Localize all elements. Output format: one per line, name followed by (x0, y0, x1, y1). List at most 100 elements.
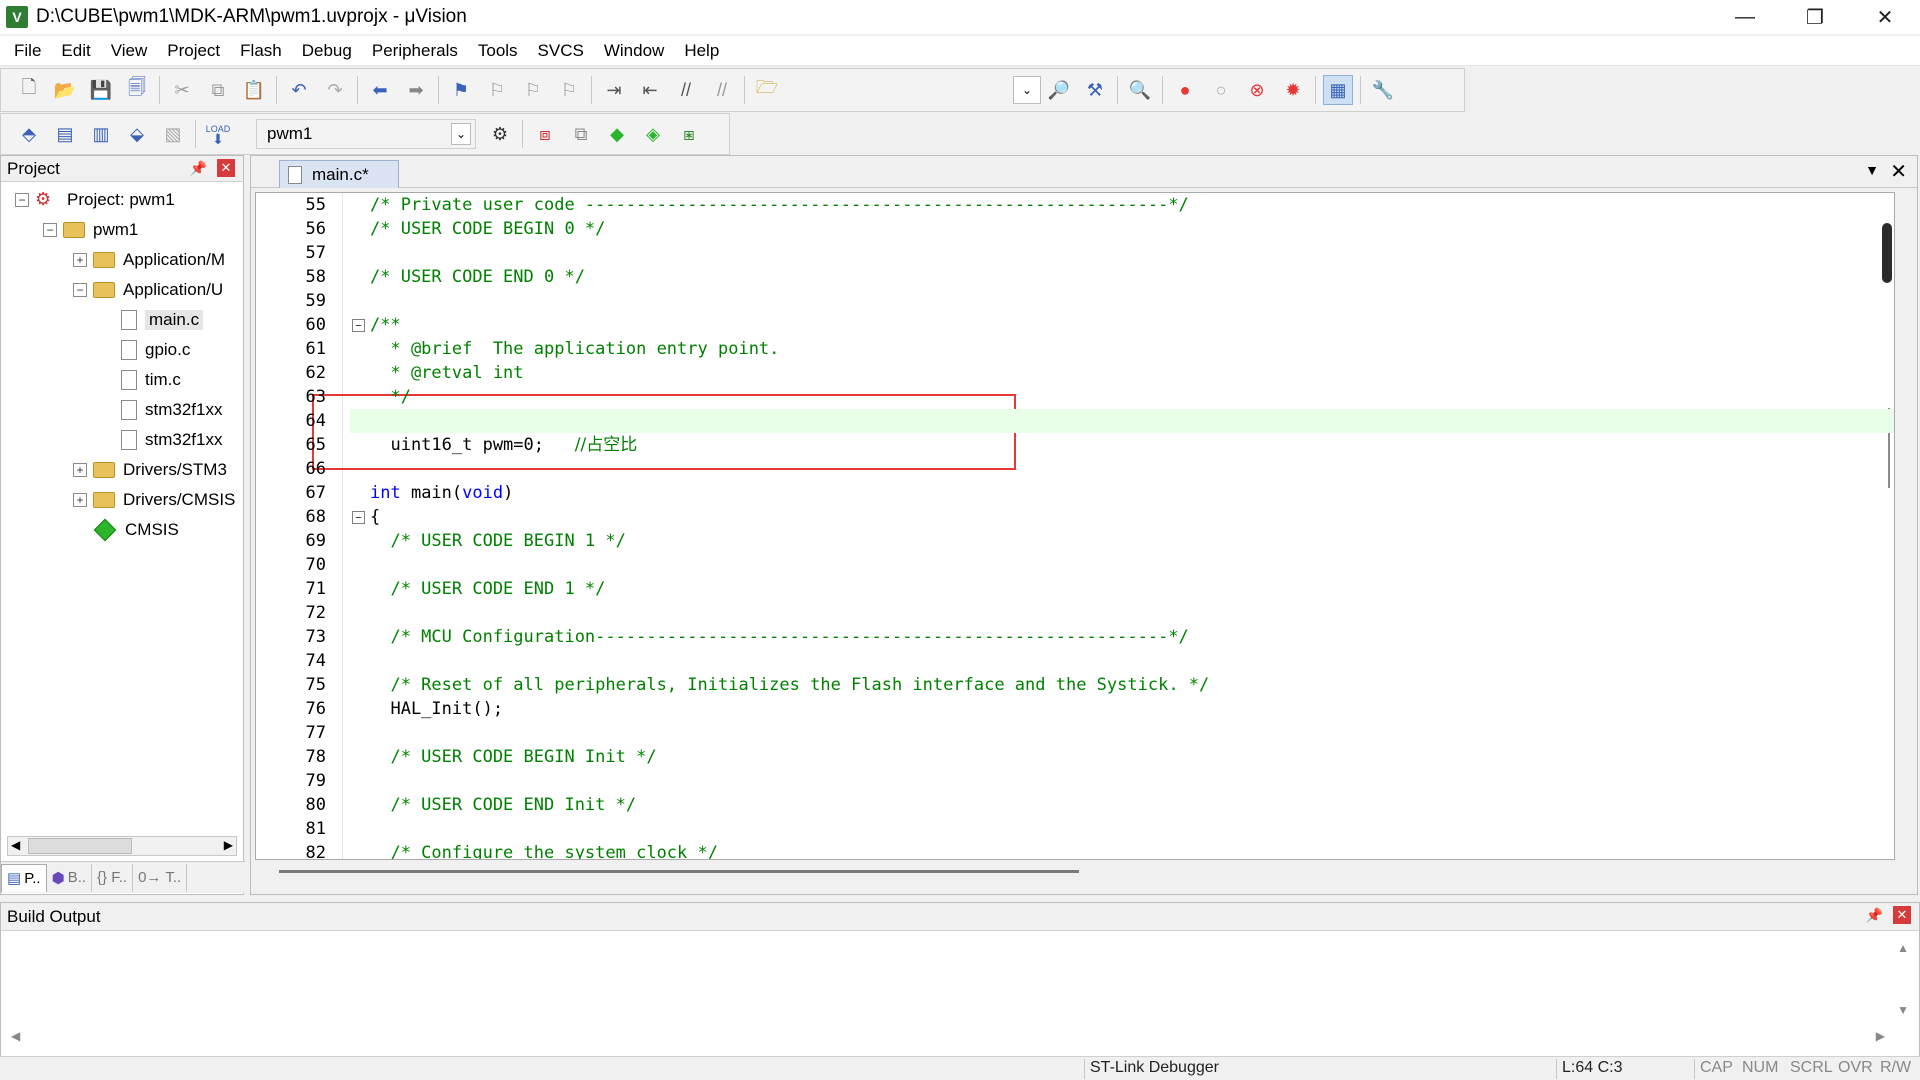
scroll-down-icon[interactable]: ▼ (1897, 1003, 1909, 1017)
scroll-right-icon[interactable]: ▶ (224, 838, 233, 852)
pin-icon[interactable]: 📌 (1866, 907, 1883, 924)
close-icon[interactable]: ✕ (217, 159, 235, 177)
code-editor[interactable]: 55 /* Private user code -----------------… (255, 192, 1895, 860)
batch-build-icon[interactable]: ⬙ (122, 119, 152, 149)
copy-icon[interactable]: ⧉ (203, 75, 233, 105)
run-time-environment-icon[interactable]: ⧆ (674, 119, 704, 149)
project-horizontal-scrollbar[interactable]: ◀ ▶ (7, 836, 237, 856)
code-line[interactable]: 74 (256, 649, 1894, 673)
tree-item[interactable]: + Drivers/CMSIS (73, 486, 235, 514)
restore-button[interactable]: ❐ (1780, 0, 1850, 34)
fold-toggle-icon[interactable]: − (352, 319, 365, 332)
unindent-icon[interactable]: ⇤ (635, 75, 665, 105)
window-layout-icon[interactable]: ▦ (1323, 75, 1353, 105)
collapse-icon[interactable]: − (15, 193, 29, 207)
code-line[interactable]: 63 */ (256, 385, 1894, 409)
disable-breakpoint-icon[interactable]: ○ (1206, 75, 1236, 105)
minimize-button[interactable]: — (1710, 0, 1780, 34)
expand-icon[interactable]: + (73, 493, 87, 507)
tree-item[interactable]: stm32f1xx (101, 426, 222, 454)
code-line[interactable]: 67 int main(void) (256, 481, 1894, 505)
code-line[interactable]: 73 /* MCU Configuration-----------------… (256, 625, 1894, 649)
tree-item[interactable]: CMSIS (73, 516, 179, 544)
menu-svcs[interactable]: SVCS (528, 41, 594, 61)
bookmark-icon[interactable]: ⚑ (446, 75, 476, 105)
kill-breakpoints-icon[interactable]: ✹ (1278, 75, 1308, 105)
translate-icon[interactable]: ⬘ (14, 119, 44, 149)
tab-list-dropdown-icon[interactable]: ▼ (1865, 162, 1879, 178)
menu-project[interactable]: Project (157, 41, 230, 61)
code-line[interactable]: 81 (256, 817, 1894, 841)
navigate-forward-icon[interactable]: ➡ (401, 75, 431, 105)
navigate-back-icon[interactable]: ⬅ (365, 75, 395, 105)
paste-icon[interactable]: 📋 (239, 75, 269, 105)
file-extensions-icon[interactable]: ⧉ (566, 119, 596, 149)
next-bookmark-icon[interactable]: ⚐ (518, 75, 548, 105)
code-line[interactable]: 80 /* USER CODE END Init */ (256, 793, 1894, 817)
menu-debug[interactable]: Debug (292, 41, 362, 61)
close-button[interactable]: ✕ (1850, 0, 1920, 34)
close-icon[interactable]: ✕ (1893, 906, 1911, 924)
manage-components-icon[interactable]: ⧈ (530, 119, 560, 149)
code-line[interactable]: 78 /* USER CODE BEGIN Init */ (256, 745, 1894, 769)
tab-main-c[interactable]: main.c* (279, 160, 399, 188)
undo-icon[interactable]: ↶ (284, 75, 314, 105)
code-line[interactable]: 70 (256, 553, 1894, 577)
download-load-icon[interactable]: LOAD ⬇ (203, 119, 233, 149)
code-line[interactable]: 61 * @brief The application entry point. (256, 337, 1894, 361)
debug-session-icon[interactable]: 🔍 (1125, 75, 1155, 105)
scroll-left-icon[interactable]: ◀ (11, 1029, 20, 1043)
stop-build-icon[interactable]: ▧ (158, 119, 188, 149)
menu-file[interactable]: File (4, 41, 51, 61)
code-line[interactable]: 75 /* Reset of all peripherals, Initiali… (256, 673, 1894, 697)
code-line[interactable]: 65 uint16_t pwm=0; //占空比 (256, 433, 1894, 457)
configure-icon[interactable]: 🔧 (1368, 75, 1398, 105)
close-tab-icon[interactable]: ✕ (1890, 159, 1907, 184)
cut-icon[interactable]: ✂ (167, 75, 197, 105)
menu-view[interactable]: View (101, 41, 158, 61)
code-line[interactable]: 68 −{ (256, 505, 1894, 529)
insert-breakpoint-icon[interactable]: ● (1170, 75, 1200, 105)
save-icon[interactable]: 💾 (86, 75, 116, 105)
code-line[interactable]: 79 (256, 769, 1894, 793)
target-select[interactable]: pwm1 ⌄ (256, 119, 476, 149)
tree-item[interactable]: main.c (101, 306, 204, 334)
code-line[interactable]: 69 /* USER CODE BEGIN 1 */ (256, 529, 1894, 553)
disable-all-breakpoints-icon[interactable]: ⊗ (1242, 75, 1272, 105)
menu-edit[interactable]: Edit (51, 41, 100, 61)
new-file-icon[interactable]: 🗋 (14, 75, 44, 105)
code-line[interactable]: 58 /* USER CODE END 0 */ (256, 265, 1894, 289)
clear-bookmarks-icon[interactable]: ⚐ (554, 75, 584, 105)
code-line[interactable]: 64 (306, 409, 1894, 433)
code-line[interactable]: 62 * @retval int (256, 361, 1894, 385)
tree-item[interactable]: + Application/M (73, 246, 225, 274)
tree-item[interactable]: + Drivers/STM3 (73, 456, 227, 484)
tree-item[interactable]: stm32f1xx (101, 396, 222, 424)
build-icon[interactable]: ▤ (50, 119, 80, 149)
code-line[interactable]: 72 (256, 601, 1894, 625)
expand-icon[interactable]: + (73, 463, 87, 477)
scroll-left-icon[interactable]: ◀ (11, 838, 20, 852)
find-icon[interactable]: 🔎 (1044, 75, 1074, 105)
tab-functions[interactable]: {} F.. (92, 863, 134, 892)
code-line[interactable]: 56 /* USER CODE BEGIN 0 */ (256, 217, 1894, 241)
expand-icon[interactable]: + (73, 253, 87, 267)
code-line[interactable]: 60 −/** (256, 313, 1894, 337)
code-line[interactable]: 59 (256, 289, 1894, 313)
scroll-right-icon[interactable]: ▶ (1876, 1029, 1885, 1043)
tab-project[interactable]: ▤ P.. (1, 863, 47, 892)
prev-bookmark-icon[interactable]: ⚐ (482, 75, 512, 105)
redo-icon[interactable]: ↷ (320, 75, 350, 105)
menu-flash[interactable]: Flash (230, 41, 292, 61)
code-line[interactable]: 55 /* Private user code -----------------… (256, 193, 1894, 217)
pin-icon[interactable]: 📌 (190, 160, 207, 177)
code-line[interactable]: 77 (256, 721, 1894, 745)
open-file-icon[interactable]: 📂 (50, 75, 80, 105)
incremental-find-icon[interactable]: ⚒ (1080, 75, 1110, 105)
tree-item[interactable]: − ⚙ Project: pwm1 (15, 186, 175, 214)
code-line[interactable]: 66 (256, 457, 1894, 481)
code-line[interactable]: 76 HAL_Init(); (256, 697, 1894, 721)
save-all-icon[interactable]: 🗐 (122, 75, 152, 105)
code-line[interactable]: 71 /* USER CODE END 1 */ (256, 577, 1894, 601)
indent-icon[interactable]: ⇥ (599, 75, 629, 105)
